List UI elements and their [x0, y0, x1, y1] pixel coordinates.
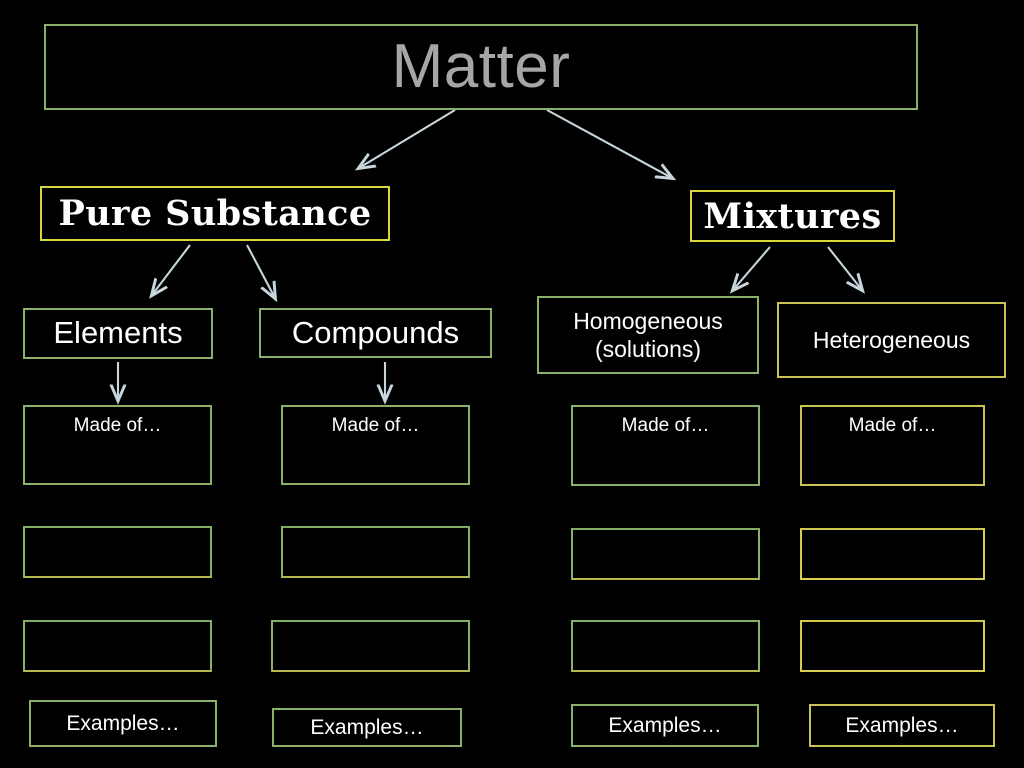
heterogeneous-box[interactable]: Heterogeneous	[777, 302, 1006, 378]
blank-box-elements-2[interactable]	[23, 620, 212, 672]
slide-canvas: Matter Pure Substance Mixtures Elements …	[0, 0, 1024, 768]
elements-label: Elements	[53, 315, 183, 351]
homogeneous-label-line1: Homogeneous	[573, 307, 723, 334]
examples-box-compounds[interactable]: Examples…	[272, 708, 462, 747]
arrow-pure-substance-to-elements	[152, 244, 191, 295]
made-of-label: Made of…	[73, 415, 162, 436]
examples-box-elements[interactable]: Examples…	[29, 700, 217, 747]
made-of-box-homogeneous[interactable]: Made of…	[571, 405, 760, 486]
elements-box[interactable]: Elements	[23, 308, 213, 359]
made-of-box-heterogeneous[interactable]: Made of…	[800, 405, 985, 486]
blank-box-elements-1[interactable]	[23, 526, 212, 578]
examples-box-homogeneous[interactable]: Examples…	[571, 704, 759, 747]
examples-label: Examples…	[66, 711, 180, 735]
made-of-box-elements[interactable]: Made of…	[23, 405, 212, 485]
made-of-label: Made of…	[848, 415, 937, 436]
pure-substance-box[interactable]: Pure Substance	[40, 186, 390, 241]
arrow-matter-to-mixtures	[546, 109, 672, 178]
page-title: Matter	[391, 32, 571, 101]
made-of-label: Made of…	[331, 415, 420, 436]
examples-label: Examples…	[608, 713, 722, 737]
mixtures-box[interactable]: Mixtures	[690, 190, 895, 242]
blank-box-compounds-2[interactable]	[271, 620, 470, 672]
arrow-mixtures-to-heterogeneous	[827, 246, 862, 290]
homogeneous-box[interactable]: Homogeneous (solutions)	[537, 296, 759, 374]
arrow-pure-substance-to-compounds	[246, 244, 275, 298]
blank-box-compounds-1[interactable]	[281, 526, 470, 578]
made-of-box-compounds[interactable]: Made of…	[281, 405, 470, 485]
title-box[interactable]: Matter	[44, 24, 918, 110]
blank-box-heterogeneous-2[interactable]	[800, 620, 985, 672]
mixtures-label: Mixtures	[703, 195, 882, 237]
homogeneous-label-group: Homogeneous (solutions)	[573, 307, 723, 363]
pure-substance-label: Pure Substance	[58, 193, 372, 234]
blank-box-heterogeneous-1[interactable]	[800, 528, 985, 580]
heterogeneous-label: Heterogeneous	[812, 326, 971, 353]
homogeneous-label-line2: (solutions)	[594, 336, 702, 362]
examples-box-heterogeneous[interactable]: Examples…	[809, 704, 995, 747]
made-of-label: Made of…	[621, 415, 710, 436]
compounds-box[interactable]: Compounds	[259, 308, 492, 358]
blank-box-homogeneous-1[interactable]	[571, 528, 760, 580]
blank-box-homogeneous-2[interactable]	[571, 620, 760, 672]
examples-label: Examples…	[845, 713, 959, 737]
examples-label: Examples…	[310, 715, 424, 739]
arrow-mixtures-to-homogeneous	[733, 246, 771, 290]
compounds-label: Compounds	[291, 314, 460, 350]
arrow-matter-to-pure-substance	[359, 109, 456, 168]
